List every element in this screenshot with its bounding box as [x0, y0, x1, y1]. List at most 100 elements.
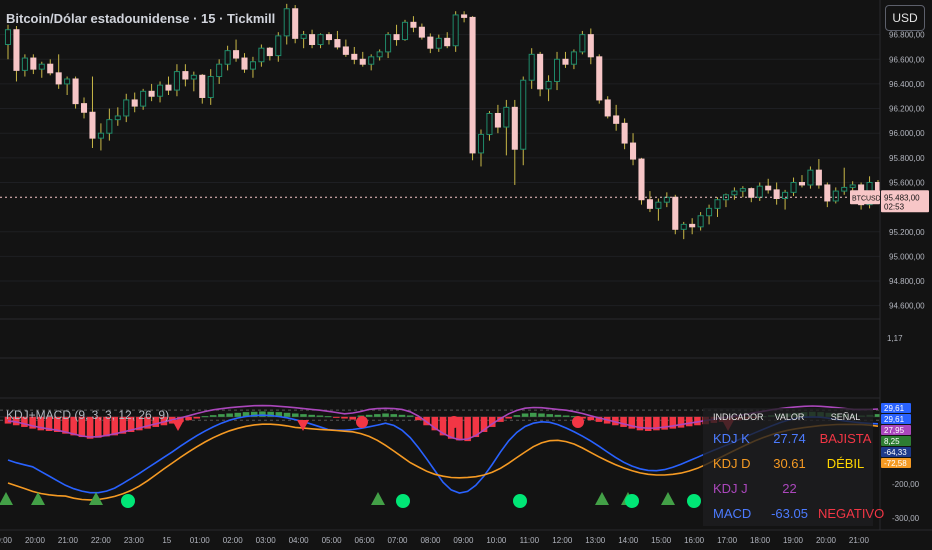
symbol-badge: BTCUSD [852, 195, 881, 202]
candle-body [477, 133, 485, 154]
candle-body [165, 84, 172, 91]
candle-body [283, 8, 290, 37]
candle-body [596, 56, 603, 101]
candle [469, 16, 476, 161]
histogram-bar [341, 416, 348, 419]
candle [401, 19, 409, 41]
candle-body [64, 78, 71, 85]
buy-circle-marker [513, 494, 527, 508]
indicator-value-text: 29,61 [884, 415, 905, 424]
candle-body [342, 46, 349, 55]
candle-body [97, 132, 104, 139]
candle-body [646, 199, 653, 209]
time-tick-label: 22:00 [91, 536, 112, 545]
histogram-bar [513, 415, 521, 417]
candle-body [427, 36, 434, 49]
candle-body [697, 215, 704, 228]
indicator-value-text: 8,25 [884, 437, 900, 446]
indicator-value-text: -72,58 [884, 459, 907, 468]
candle-body [207, 76, 214, 98]
candle-body [807, 169, 814, 186]
indicator-legend[interactable]: KDJ+MACD (9, 3, 3, 12, 26, 9) [6, 408, 169, 422]
candle-body [756, 185, 763, 198]
price-tick-label: 96.200,00 [889, 105, 925, 114]
time-tick-label: 17:00 [717, 536, 738, 545]
candle-body [72, 78, 79, 105]
time-tick-label: 11:00 [520, 536, 540, 545]
row-name: MACD [713, 506, 752, 521]
time-tick-label: 20:00 [816, 536, 837, 545]
candle-body [731, 190, 738, 196]
histogram-bar [218, 414, 225, 417]
candle-body [520, 79, 527, 150]
price-tick-label: 96.400,00 [889, 80, 925, 89]
candle [807, 166, 814, 189]
candle-body [216, 63, 223, 78]
candle-body [503, 106, 510, 128]
row-signal: DÉBIL [826, 456, 865, 471]
candle-body [359, 58, 366, 65]
histogram-bar [587, 416, 595, 421]
candle [672, 194, 679, 235]
candle-body [30, 57, 37, 70]
price-tick-label: 96.000,00 [889, 129, 925, 138]
candle-body [579, 34, 586, 53]
histogram-bar [193, 416, 201, 419]
candle-body [317, 34, 324, 45]
candle-body [114, 115, 121, 121]
candle-body [706, 207, 713, 217]
histogram-bar [349, 416, 356, 420]
buy-circle-marker [687, 494, 701, 508]
row-value: 27.74 [773, 431, 806, 446]
candle-body [351, 53, 358, 60]
time-tick-label: 10:00 [486, 536, 507, 545]
candle-body [418, 26, 425, 38]
histogram-bar [390, 414, 398, 417]
time-tick-label: 16:00 [684, 536, 705, 545]
volume-value: 1,17 [887, 334, 903, 343]
candle-body [511, 106, 518, 150]
candle-body [55, 72, 62, 85]
candle-body [604, 99, 611, 117]
histogram-bar [209, 415, 217, 417]
histogram-bar [333, 416, 340, 418]
candle-body [570, 51, 577, 65]
candle-body [401, 21, 409, 41]
time-tick-label: 07:00 [387, 536, 408, 545]
price-tick-label: 96.800,00 [889, 31, 925, 40]
candle [292, 5, 299, 44]
price-tick-label: 95.800,00 [889, 154, 925, 163]
candle-body [655, 201, 662, 209]
candle-body [815, 169, 822, 186]
histogram-bar [283, 412, 291, 417]
indicator-value-text: 29,61 [884, 404, 905, 413]
candle-body [309, 34, 316, 45]
time-tick-label: 03:00 [256, 536, 277, 545]
candle-body [638, 158, 645, 201]
candle-body [528, 53, 535, 81]
table-header: INDICADOR VALOR SEÑAL [703, 408, 873, 426]
candle-body [233, 50, 240, 59]
histogram-bar [538, 413, 545, 417]
time-tick-label: 05:00 [322, 536, 343, 545]
histogram-bar [374, 414, 381, 417]
price-tick-label: 94.600,00 [889, 302, 925, 311]
time-tick-label: 09:00 [453, 536, 474, 545]
candle-body [385, 34, 392, 53]
price-tick-label: 96.600,00 [889, 55, 925, 64]
table-row-kdj-d: KDJ D 30.61 DÉBIL [703, 451, 873, 476]
time-tick-label: 14:00 [618, 536, 639, 545]
row-value: 30.61 [773, 456, 806, 471]
currency-button[interactable]: USD [885, 5, 925, 31]
time-tick-label: 06:00 [355, 536, 376, 545]
candle-body [47, 63, 54, 74]
candle-body [173, 71, 180, 91]
candle-body [13, 29, 20, 71]
buy-circle-marker [625, 494, 639, 508]
buy-circle-marker [121, 494, 135, 508]
candle-body [739, 188, 746, 192]
candle-body [148, 90, 155, 97]
candle-body [275, 35, 282, 57]
histogram-bar [291, 413, 299, 417]
row-signal: NEGATIVO [818, 506, 885, 521]
